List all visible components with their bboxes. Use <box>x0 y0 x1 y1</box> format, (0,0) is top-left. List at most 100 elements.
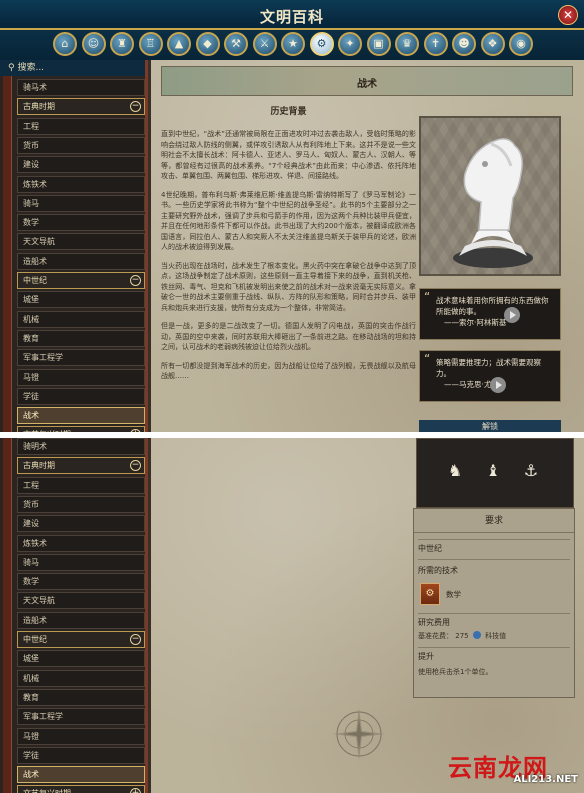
sidebar-item[interactable]: 造船术 <box>17 252 145 270</box>
collapse-icon[interactable]: − <box>130 275 141 286</box>
sidebar-era-header[interactable]: 中世纪 − <box>17 272 145 289</box>
divider <box>418 647 570 648</box>
wonder-icon[interactable]: ♛ <box>395 32 419 56</box>
pikeman-unit-icon[interactable]: ♝ <box>483 461 503 480</box>
sidebar-era-header[interactable]: 中世纪 − <box>17 631 145 648</box>
sidebar-item-label: 货币 <box>23 140 39 150</box>
sidebar-item[interactable]: 骑马术 <box>17 79 145 96</box>
divider <box>418 539 570 540</box>
sidebar-item-label: 货币 <box>23 499 39 509</box>
sidebar-item-label: 建设 <box>23 519 39 529</box>
sidebar-era-header[interactable]: 古典时期 − <box>17 98 145 116</box>
sidebar-item-label: 骑明术 <box>23 442 47 451</box>
sidebar-item[interactable]: 教育 <box>17 688 145 706</box>
article-content-top: 战术 历史背景 直到中世纪，“战术”还通常被局限在正面进攻时冲过去袭击敌人，受临… <box>151 60 584 432</box>
sidebar-item[interactable]: 货币 <box>17 136 145 154</box>
sidebar-item[interactable]: 机械 <box>17 310 145 328</box>
sidebar-item[interactable]: 天文导航 <box>17 233 145 251</box>
sidebar-item[interactable]: 学徒 <box>17 387 145 405</box>
leader-icon[interactable]: ☺ <box>81 32 106 56</box>
sidebar-item[interactable]: 数学 <box>17 214 145 232</box>
knight-unit-icon[interactable]: ♞ <box>445 461 465 480</box>
math-tech-icon[interactable]: ⚙ <box>420 583 440 605</box>
sidebar-item-label: 炼铁术 <box>23 538 47 548</box>
sidebar-item-label: 古典时期 <box>23 102 55 112</box>
collapse-icon[interactable]: − <box>130 101 141 113</box>
history-heading: 历史背景 <box>270 107 307 117</box>
sidebar-era-header[interactable]: 文艺复兴时期 + <box>17 785 145 793</box>
sidebar-item[interactable]: 教育 <box>17 329 145 347</box>
sidebar-item[interactable]: 货币 <box>17 495 145 513</box>
required-tech-name[interactable]: 数学 <box>446 589 461 600</box>
sidebar-item[interactable]: 建设 <box>17 515 145 533</box>
expand-icon[interactable]: + <box>130 429 141 432</box>
quote-box: “ 策略需要推理力；战术需要观察力。 ——马克思·尤伟 <box>419 350 561 402</box>
sidebar-item-label: 机械 <box>23 673 39 683</box>
sidebar-item[interactable]: 学徒 <box>17 746 145 764</box>
technology-icon[interactable]: ⚙ <box>309 32 334 56</box>
sidebar-item[interactable]: 机械 <box>17 669 145 687</box>
sidebar-era-header[interactable]: 古典时期 − <box>17 457 145 475</box>
improvement-icon[interactable]: ⚒ <box>224 32 248 56</box>
building-icon[interactable]: ▣ <box>366 32 391 56</box>
resource-icon[interactable]: ◆ <box>195 32 220 56</box>
close-button[interactable]: ✕ <box>558 5 578 25</box>
home-icon[interactable]: ⌂ <box>53 32 77 56</box>
sidebar-rail <box>3 438 12 793</box>
play-audio-icon[interactable] <box>490 377 506 393</box>
sidebar-item-label: 教育 <box>23 692 39 702</box>
required-tech-label: 所需的技术 <box>418 566 458 575</box>
religion-icon[interactable]: ✝ <box>423 32 448 56</box>
article-title: 战术 <box>357 79 377 90</box>
sidebar-item[interactable]: 造船术 <box>17 611 145 629</box>
terrain-icon[interactable]: ▲ <box>167 32 191 56</box>
quote-mark-icon: “ <box>424 352 431 366</box>
sidebar-item[interactable]: 军事工程学 <box>17 708 145 726</box>
civilopedia-window-bottom: 骑明术 古典时期 − 工程 货币 建设 炼铁术 骑马 数学 天文导航 造船术 中世纪 − 城堡 机械 教育 军事… <box>0 438 584 793</box>
world-congress-icon[interactable]: ❖ <box>480 32 505 56</box>
sidebar-item[interactable]: 天文导航 <box>17 592 145 610</box>
sidebar-item[interactable]: 马镫 <box>17 727 145 745</box>
city-state-icon[interactable]: ♖ <box>138 32 163 56</box>
trireme-unit-icon[interactable]: ⚓ <box>521 461 541 480</box>
sidebar-item[interactable]: 工程 <box>17 117 145 135</box>
sidebar-item[interactable]: 骑马 <box>17 194 145 212</box>
sidebar-item[interactable]: 骑马 <box>17 553 145 571</box>
sidebar-item-label: 军事工程学 <box>23 353 63 363</box>
sidebar-item[interactable]: 炼铁术 <box>17 534 145 552</box>
sidebar-item[interactable]: 城堡 <box>17 650 145 668</box>
science-label: 科技值 <box>485 632 507 640</box>
sidebar-item[interactable]: 战术 <box>17 766 145 784</box>
sidebar-item-label: 中世纪 <box>23 276 47 285</box>
promotion-icon[interactable]: ★ <box>281 32 305 56</box>
policy-icon[interactable]: ✦ <box>338 32 362 56</box>
sidebar-item-label: 工程 <box>23 121 39 131</box>
globe-icon[interactable]: ◉ <box>509 32 533 56</box>
collapse-icon[interactable]: − <box>130 460 141 472</box>
sidebar-item[interactable]: 建设 <box>17 156 145 174</box>
collapse-icon[interactable]: − <box>130 634 141 645</box>
sidebar-item-label: 学徒 <box>23 750 39 760</box>
history-text-column: 历史背景 直到中世纪，“战术”还通常被局限在正面进攻时冲过去袭击敌人，受临时策略… <box>161 104 416 390</box>
sidebar-item[interactable]: 战术 <box>17 407 145 425</box>
sidebar-item-label: 军事工程学 <box>23 712 63 722</box>
sidebar-item[interactable]: 马镫 <box>17 368 145 386</box>
sidebar-item[interactable]: 骑明术 <box>17 438 145 455</box>
sidebar-item[interactable]: 工程 <box>17 476 145 494</box>
sidebar-item[interactable]: 城堡 <box>17 291 145 309</box>
play-audio-icon[interactable] <box>504 307 520 323</box>
unit-icon[interactable]: ⚔ <box>252 32 277 56</box>
specialist-icon[interactable]: ☻ <box>452 32 476 56</box>
sidebar-item[interactable]: 军事工程学 <box>17 349 145 367</box>
sidebar-item[interactable]: 数学 <box>17 573 145 591</box>
expand-icon[interactable]: + <box>130 788 141 793</box>
search-input[interactable]: ⚲ 搜索... <box>0 60 145 76</box>
sidebar-item-label: 战术 <box>23 411 39 421</box>
sidebar-item[interactable]: 炼铁术 <box>17 175 145 193</box>
sidebar-item-label: 造船术 <box>23 615 47 625</box>
sidebar-era-header[interactable]: 文艺复兴时期 + <box>17 426 145 432</box>
civilization-icon[interactable]: ♜ <box>110 32 134 56</box>
research-cost-label: 研究费用 <box>418 618 450 627</box>
upgrade-label: 提升 <box>418 652 434 661</box>
era-label: 中世纪 <box>418 544 442 553</box>
